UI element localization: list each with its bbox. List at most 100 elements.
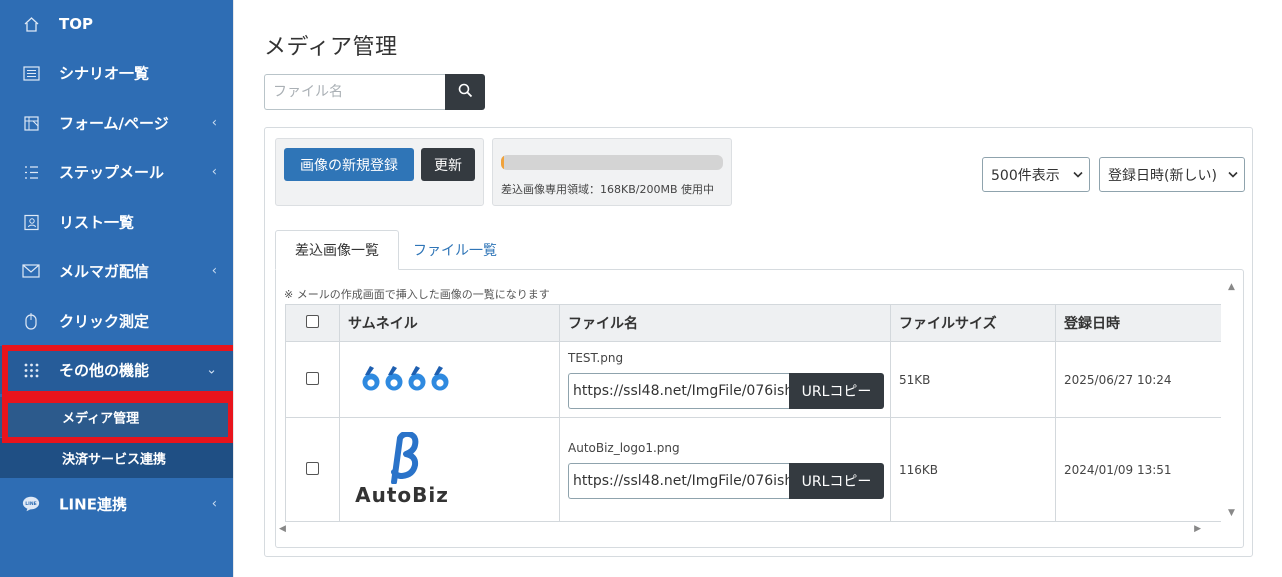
sidebar-item-label: その他の機能 xyxy=(59,361,150,380)
select-all-cell xyxy=(285,304,340,342)
search-icon xyxy=(458,83,473,101)
sidebar-item-label: LINE連携 xyxy=(59,495,127,514)
search-input[interactable] xyxy=(264,74,446,110)
sidebar-subitem-media[interactable]: メディア管理 xyxy=(0,397,233,437)
chevron-left-icon: ‹ xyxy=(211,115,217,131)
mouse-icon xyxy=(22,312,40,330)
chevron-down-icon xyxy=(1073,168,1083,181)
sort-select[interactable]: 登録日時(新しい) xyxy=(1099,157,1245,192)
new-image-button[interactable]: 画像の新規登録 xyxy=(284,148,414,181)
column-header-thumbnail[interactable]: サムネイル xyxy=(339,304,560,342)
sidebar-subitem-payment[interactable]: 決済サービス連携 xyxy=(0,438,233,478)
tab-file-list[interactable]: ファイル一覧 xyxy=(399,230,511,270)
sidebar-item-label: メルマガ配信 xyxy=(59,262,150,281)
tab-inline-images[interactable]: 差込画像一覧 xyxy=(275,230,399,270)
sidebar-item-label: フォーム/ページ xyxy=(59,114,169,133)
sort-value: 登録日時(新しい) xyxy=(1108,167,1217,184)
thumbnail-image[interactable]: AutoBiz xyxy=(352,430,452,507)
sidebar-item-form-page[interactable]: フォーム/ページ ‹ xyxy=(0,99,233,147)
chevron-down-icon: ⌄ xyxy=(206,362,217,378)
sidebar-item-label: ステップメール xyxy=(59,163,165,182)
per-page-select[interactable]: 500件表示 xyxy=(982,157,1090,192)
grid-icon xyxy=(22,361,40,379)
column-header-filename[interactable]: ファイル名 xyxy=(559,304,891,342)
table-row: TEST.png URLコピー 51KB 2025/06/27 10:24 xyxy=(285,341,1221,418)
storage-usage-text: 差込画像専用領域：168KB/200MB 使用中 xyxy=(501,183,714,196)
toolbar: 画像の新規登録 更新 xyxy=(275,138,484,206)
list-icon xyxy=(22,64,40,82)
filesize-cell: 116KB xyxy=(890,417,1056,522)
url-group: URLコピー xyxy=(568,462,890,499)
copy-url-button[interactable]: URLコピー xyxy=(789,372,884,409)
horizontal-scrollbar[interactable]: ◀ ▶ xyxy=(279,522,1215,538)
sidebar-item-label: TOP xyxy=(59,15,93,33)
scroll-down-icon[interactable]: ▼ xyxy=(1228,508,1235,518)
media-panel: 画像の新規登録 更新 差込画像専用領域：168KB/200MB 使用中 500件… xyxy=(264,127,1253,557)
envelope-icon xyxy=(22,262,40,280)
chevron-left-icon: ‹ xyxy=(211,164,217,180)
sidebar-item-label: シナリオ一覧 xyxy=(59,64,150,83)
form-icon xyxy=(22,114,40,132)
sidebar-item-label: クリック測定 xyxy=(59,312,150,331)
home-icon xyxy=(22,15,40,33)
url-field[interactable] xyxy=(568,462,789,499)
tabs: 差込画像一覧 ファイル一覧 xyxy=(275,230,1244,270)
copy-url-button[interactable]: URLコピー xyxy=(789,462,884,499)
media-table: サムネイル ファイル名 ファイルサイズ 登録日時 TEST.png https:… xyxy=(285,304,1221,522)
storage-usage: 差込画像専用領域：168KB/200MB 使用中 xyxy=(492,138,732,206)
select-all-checkbox[interactable] xyxy=(306,314,319,328)
autobiz-logo-text: AutoBiz xyxy=(355,483,449,507)
storage-progress-fill xyxy=(501,155,504,170)
vertical-scrollbar[interactable]: ▲ ▼ xyxy=(1223,278,1243,518)
sidebar-item-list[interactable]: リスト一覧 xyxy=(0,198,233,246)
chevron-left-icon: ‹ xyxy=(211,496,217,512)
scroll-up-icon[interactable]: ▲ xyxy=(1228,282,1235,292)
file-name: AutoBiz_logo1.png xyxy=(568,440,680,455)
column-header-filesize[interactable]: ファイルサイズ xyxy=(890,304,1056,342)
sidebar-item-other-features[interactable]: その他の機能 ⌄ xyxy=(0,346,233,394)
search-button[interactable] xyxy=(445,74,485,110)
sidebar-item-scenario-list[interactable]: シナリオ一覧 xyxy=(0,49,233,97)
row-checkbox[interactable] xyxy=(306,461,319,475)
row-select-cell xyxy=(285,341,340,418)
address-book-icon xyxy=(22,213,40,231)
table-row: AutoBiz AutoBiz_logo1.png URLコピー 116K xyxy=(285,417,1221,522)
scroll-left-icon[interactable]: ◀ xyxy=(279,524,286,534)
date-cell: 2024/01/09 13:51 xyxy=(1055,417,1221,522)
sidebar-item-label: リスト一覧 xyxy=(59,213,135,232)
chevron-left-icon: ‹ xyxy=(211,263,217,279)
thumbnail-image[interactable] xyxy=(360,363,452,396)
filename-cell: TEST.png URLコピー xyxy=(559,341,891,418)
file-name: TEST.png xyxy=(568,350,624,365)
url-group: URLコピー xyxy=(568,372,890,409)
sidebar-item-top[interactable]: TOP xyxy=(0,0,233,48)
thumbnail-cell xyxy=(339,341,560,418)
media-table-container: サムネイル ファイル名 ファイルサイズ 登録日時 TEST.png https:… xyxy=(285,304,1221,522)
row-checkbox[interactable] xyxy=(306,371,319,385)
page-title: メディア管理 xyxy=(264,35,398,60)
autobiz-logo-mark xyxy=(391,430,419,485)
per-page-value: 500件表示 xyxy=(991,167,1060,184)
date-cell: 2025/06/27 10:24 xyxy=(1055,341,1221,418)
refresh-button[interactable]: 更新 xyxy=(421,148,475,181)
steps-icon xyxy=(22,163,40,181)
list-note: ※ メールの作成画面で挿入した画像の一覧になります xyxy=(284,288,550,301)
main-content: メディア管理 画像の新規登録 更新 差込画像専用領域：168KB/200MB 使… xyxy=(233,0,1282,577)
sidebar-item-line[interactable]: LINE LINE連携 ‹ xyxy=(0,480,233,528)
sidebar-subitem-label: メディア管理 xyxy=(62,411,140,427)
sidebar-item-step-mail[interactable]: ステップメール ‹ xyxy=(0,148,233,196)
column-header-date[interactable]: 登録日時 xyxy=(1055,304,1221,342)
tab-content: ※ メールの作成画面で挿入した画像の一覧になります サムネイル ファイル名 ファ… xyxy=(275,269,1244,548)
sidebar-item-mail-magazine[interactable]: メルマガ配信 ‹ xyxy=(0,247,233,295)
row-select-cell xyxy=(285,417,340,522)
chevron-down-icon xyxy=(1228,168,1238,181)
url-field[interactable] xyxy=(568,372,789,409)
svg-text:LINE: LINE xyxy=(25,501,36,507)
sidebar-item-click-tracking[interactable]: クリック測定 xyxy=(0,297,233,345)
sidebar: TOP シナリオ一覧 フォーム/ページ ‹ ステップメール ‹ リスト一覧 メル… xyxy=(0,0,241,577)
thumbnail-cell: AutoBiz xyxy=(339,417,560,522)
scroll-right-icon[interactable]: ▶ xyxy=(1194,524,1201,534)
line-icon: LINE xyxy=(22,495,40,513)
table-header-row: サムネイル ファイル名 ファイルサイズ 登録日時 xyxy=(285,304,1221,342)
sidebar-subitem-label: 決済サービス連携 xyxy=(62,452,167,468)
